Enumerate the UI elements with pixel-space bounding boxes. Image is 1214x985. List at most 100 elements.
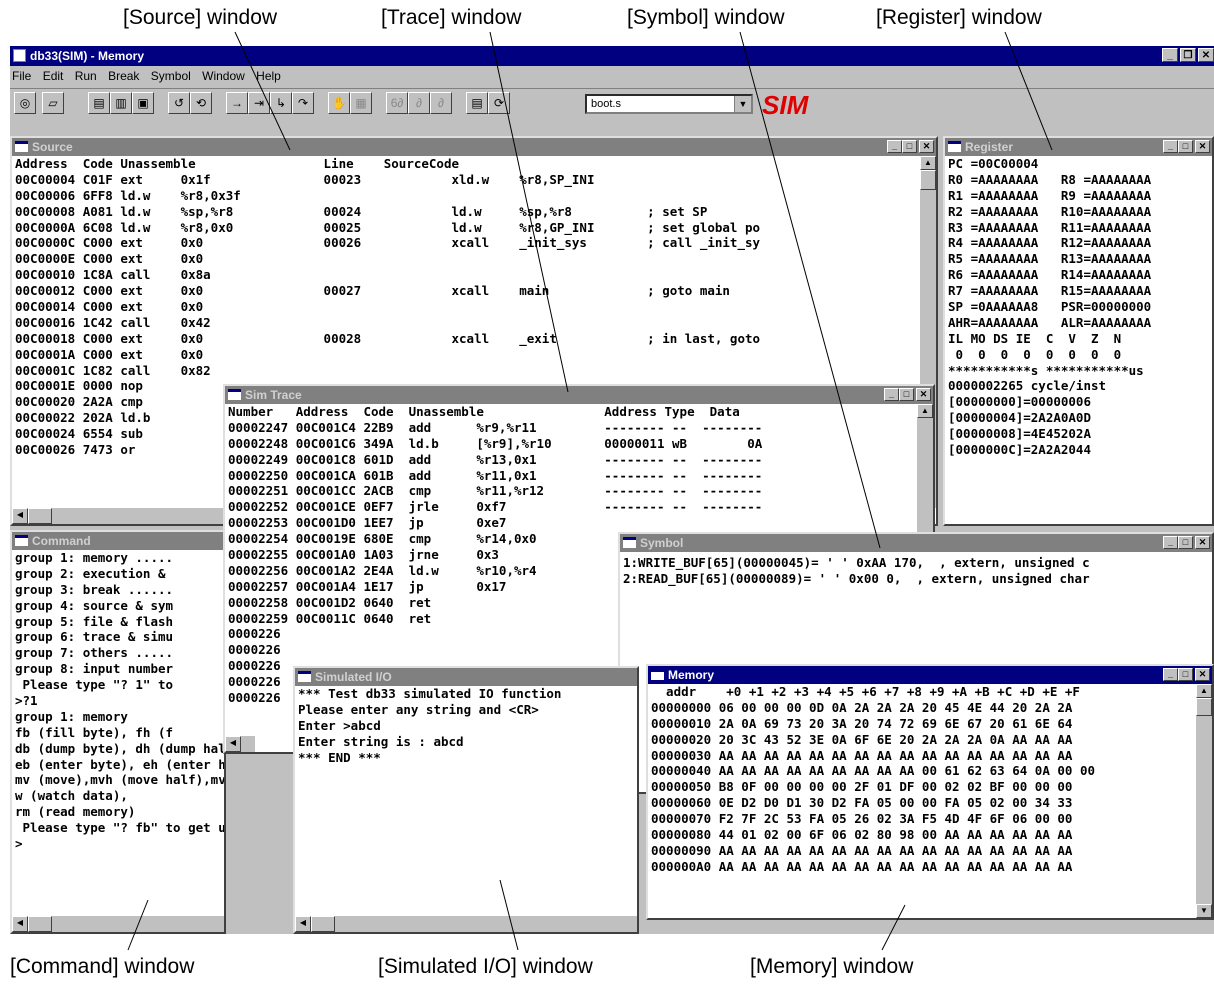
symbol-line: 2:READ_BUF[65](00000089)= ' ' 0x00 0, , … bbox=[623, 570, 1090, 586]
register-titlebar[interactable]: Register _ □ ✕ bbox=[945, 138, 1212, 156]
register-line: 0000002265 cycle/inst bbox=[948, 378, 1107, 394]
memory-line: 00000090 AA AA AA AA AA AA AA AA AA AA A… bbox=[651, 842, 1073, 858]
command-line: group 7: others ..... bbox=[15, 645, 174, 661]
menu-run[interactable]: Run bbox=[75, 69, 97, 83]
memory-dump[interactable]: addr +0 +1 +2 +3 +4 +5 +6 +7 +8 +9 +A +B… bbox=[648, 684, 1212, 918]
register-title: Register bbox=[965, 140, 1014, 154]
trace-line: Number Address Code Unassemble Address T… bbox=[228, 404, 740, 419]
menu-break[interactable]: Break bbox=[108, 69, 139, 83]
minimize-button[interactable]: _ bbox=[1162, 48, 1178, 62]
register-listing[interactable]: PC =00C00004 R0 =AAAAAAAA R8 =AAAAAAAA R1 … bbox=[945, 156, 1212, 524]
scroll-up-icon[interactable]: ▲ bbox=[917, 404, 933, 418]
view-mix-icon[interactable]: ▥ bbox=[110, 92, 132, 114]
scroll-thumb[interactable] bbox=[1196, 698, 1212, 716]
horizontal-scrollbar[interactable]: ◀ bbox=[295, 916, 637, 932]
scroll-thumb[interactable] bbox=[311, 916, 335, 932]
horizontal-scrollbar[interactable]: ◀ bbox=[12, 916, 224, 932]
register-line: IL MO DS IE C V Z N bbox=[948, 330, 1122, 346]
symbol-clear-icon[interactable]: ∂ bbox=[430, 92, 452, 114]
menu-bar: File Edit Run Break Symbol Window Help bbox=[10, 66, 1214, 86]
scroll-up-icon[interactable]: ▲ bbox=[920, 156, 936, 170]
stop-icon[interactable]: ◎ bbox=[14, 92, 36, 114]
command-titlebar[interactable]: Command bbox=[12, 532, 224, 550]
symbol-icon[interactable]: 6∂ bbox=[386, 92, 408, 114]
scroll-thumb[interactable] bbox=[28, 508, 52, 524]
view-source-icon[interactable]: ▤ bbox=[88, 92, 110, 114]
minimize-button[interactable]: _ bbox=[1163, 536, 1178, 549]
menu-symbol[interactable]: Symbol bbox=[151, 69, 191, 83]
command-line: group 2: execution & bbox=[15, 565, 166, 581]
close-button[interactable]: ✕ bbox=[919, 140, 934, 153]
restore-button[interactable]: ❐ bbox=[1180, 48, 1196, 62]
scroll-thumb[interactable] bbox=[28, 916, 52, 932]
menu-window[interactable]: Window bbox=[202, 69, 245, 83]
menu-help[interactable]: Help bbox=[256, 69, 281, 83]
memory-line: 00000000 06 00 00 00 0D 0A 2A 2A 2A 20 4… bbox=[651, 699, 1073, 715]
app-titlebar[interactable]: db33(SIM) - Memory _ ❐ ✕ bbox=[10, 46, 1214, 66]
scroll-left-icon[interactable]: ◀ bbox=[295, 916, 311, 932]
chevron-down-icon[interactable]: ▼ bbox=[734, 96, 751, 112]
vertical-scrollbar[interactable]: ▲ ▼ bbox=[1196, 684, 1212, 918]
memory-line: 00000010 2A 0A 69 73 20 3A 20 74 72 69 6… bbox=[651, 715, 1073, 731]
memory-line: 00000050 B8 0F 00 00 00 00 2F 01 DF 00 0… bbox=[651, 779, 1073, 795]
go-to-cursor-icon[interactable]: ⇥ bbox=[248, 92, 270, 114]
menu-edit[interactable]: Edit bbox=[43, 69, 64, 83]
close-button[interactable]: ✕ bbox=[916, 388, 931, 401]
command-line: group 5: file & flash bbox=[15, 613, 174, 629]
scroll-up-icon[interactable]: ▲ bbox=[1196, 684, 1212, 698]
reset-icon[interactable]: ↺ bbox=[168, 92, 190, 114]
memory-titlebar[interactable]: Memory _ □ ✕ bbox=[648, 666, 1212, 684]
break-list-icon[interactable]: ▦ bbox=[350, 92, 372, 114]
trace-titlebar[interactable]: Sim Trace _ □ ✕ bbox=[225, 386, 933, 404]
horizontal-scrollbar[interactable]: ◀ bbox=[225, 736, 255, 752]
register-line: R0 =AAAAAAAA R8 =AAAAAAAA bbox=[948, 171, 1152, 187]
close-button[interactable]: ✕ bbox=[1195, 536, 1210, 549]
source-line: 00C00018 C000 ext 0x0 00028 xcall _exit … bbox=[15, 330, 761, 346]
command-line: rm (read memory) bbox=[15, 804, 136, 820]
refresh-icon[interactable]: ⟳ bbox=[488, 92, 510, 114]
minimize-button[interactable]: _ bbox=[1163, 668, 1178, 681]
memory-window: Memory _ □ ✕ addr +0 +1 +2 +3 +4 +5 +6 +… bbox=[646, 664, 1214, 920]
maximize-button[interactable]: □ bbox=[1178, 140, 1193, 153]
close-button[interactable]: ✕ bbox=[1198, 48, 1214, 62]
simio-line: *** END *** bbox=[298, 749, 381, 765]
command-line: >?1 bbox=[15, 693, 38, 709]
scroll-left-icon[interactable]: ◀ bbox=[225, 736, 241, 752]
simio-line: Please enter any string and <CR> bbox=[298, 701, 539, 717]
open-file-icon[interactable]: ▱ bbox=[42, 92, 64, 114]
register-window: Register _ □ ✕ PC =00C00004 R0 =AAAAAAAA … bbox=[943, 136, 1214, 526]
maximize-button[interactable]: □ bbox=[899, 388, 914, 401]
break-hand-icon[interactable]: ✋ bbox=[328, 92, 350, 114]
trace-line: 00002248 00C001C6 349A ld.b [%r9],%r10 0… bbox=[228, 435, 763, 451]
scroll-left-icon[interactable]: ◀ bbox=[12, 916, 28, 932]
close-button[interactable]: ✕ bbox=[1195, 140, 1210, 153]
symbol-titlebar[interactable]: Symbol _ □ ✕ bbox=[620, 534, 1212, 552]
minimize-button[interactable]: _ bbox=[1163, 140, 1178, 153]
menu-file[interactable]: File bbox=[12, 69, 31, 83]
close-button[interactable]: ✕ bbox=[1195, 668, 1210, 681]
source-titlebar[interactable]: Source _ □ ✕ bbox=[12, 138, 936, 156]
app-title: db33(SIM) - Memory bbox=[30, 49, 145, 63]
minimize-button[interactable]: _ bbox=[887, 140, 902, 153]
maximize-button[interactable]: □ bbox=[902, 140, 917, 153]
step-icon[interactable]: ↳ bbox=[270, 92, 292, 114]
trace-line: 00002252 00C001CE 0EF7 jrle 0xf7 -------… bbox=[228, 499, 763, 515]
source-line: 00C00010 1C8A call 0x8a bbox=[15, 267, 211, 283]
minimize-button[interactable]: _ bbox=[884, 388, 899, 401]
command-line: w (watch data), bbox=[15, 788, 128, 804]
simio-titlebar[interactable]: Simulated I/O bbox=[295, 668, 637, 686]
trace-window-icon[interactable]: ▤ bbox=[466, 92, 488, 114]
next-icon[interactable]: ↷ bbox=[292, 92, 314, 114]
scroll-down-icon[interactable]: ▼ bbox=[1196, 904, 1212, 918]
source-file-select[interactable]: boot.s ▼ bbox=[585, 94, 753, 114]
simio-console[interactable]: *** Test db33 simulated IO function Pleas… bbox=[295, 686, 637, 932]
scroll-thumb[interactable] bbox=[920, 170, 936, 190]
symbol-watch-icon[interactable]: ∂ bbox=[408, 92, 430, 114]
maximize-button[interactable]: □ bbox=[1178, 668, 1193, 681]
go-icon[interactable]: → bbox=[226, 92, 248, 114]
reset-cold-icon[interactable]: ⟲ bbox=[190, 92, 212, 114]
maximize-button[interactable]: □ bbox=[1178, 536, 1193, 549]
view-unassemble-icon[interactable]: ▣ bbox=[132, 92, 154, 114]
scroll-left-icon[interactable]: ◀ bbox=[12, 508, 28, 524]
command-console[interactable]: group 1: memory ..... group 2: execution … bbox=[12, 550, 224, 932]
